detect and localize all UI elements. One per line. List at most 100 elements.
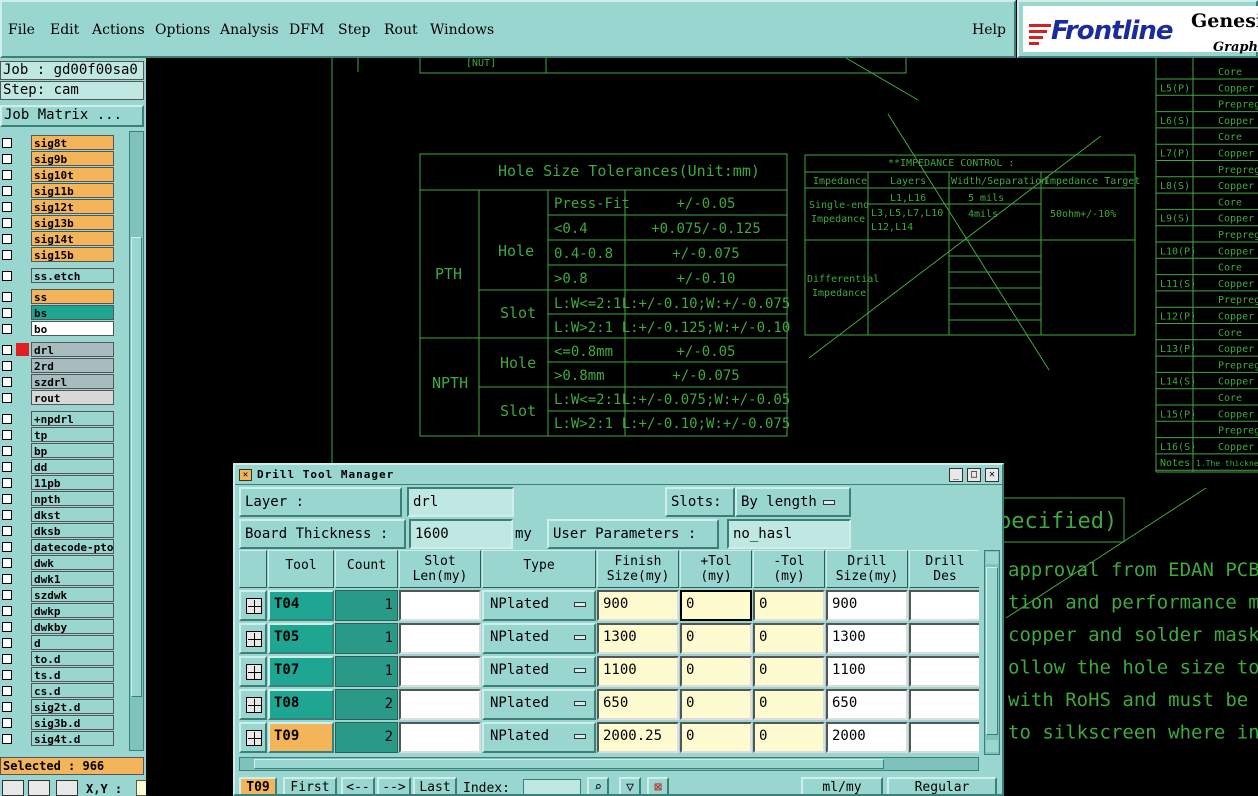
header-finish-size[interactable]: Finish Size(my): [597, 550, 679, 588]
layer-name[interactable]: sig11b: [31, 183, 114, 198]
layer-checkbox[interactable]: [2, 590, 12, 600]
layer-name[interactable]: dwk: [31, 555, 114, 570]
row-expand-button[interactable]: [239, 722, 267, 753]
layer-name[interactable]: ss.etch: [31, 268, 114, 283]
row-expand-button[interactable]: [239, 689, 267, 720]
header-count[interactable]: Count: [335, 550, 398, 588]
layer-name[interactable]: sig9b: [31, 151, 114, 166]
layer-name[interactable]: sig2t.d: [31, 699, 114, 714]
layer-row[interactable]: datecode-pto: [0, 539, 128, 554]
layer-row[interactable]: sig4t.d: [0, 731, 128, 746]
finish-size-field[interactable]: 1100: [597, 656, 679, 687]
pointer-icon[interactable]: [2, 780, 24, 796]
header-minus-tol[interactable]: -Tol (my): [753, 550, 825, 588]
type-option-menu[interactable]: NPlated: [482, 689, 596, 720]
layer-checkbox[interactable]: [2, 292, 12, 302]
layer-row[interactable]: dwk: [0, 555, 128, 570]
layer-checkbox[interactable]: [2, 702, 12, 712]
layer-checkbox[interactable]: [2, 462, 12, 472]
tool-table-vscroll[interactable]: [984, 550, 1000, 755]
job-matrix-button[interactable]: Job Matrix ...: [0, 105, 144, 127]
layer-name[interactable]: cs.d: [31, 683, 114, 698]
slot-len-field[interactable]: [399, 689, 481, 720]
layer-checkbox[interactable]: [2, 234, 12, 244]
layer-row[interactable]: dwk1: [0, 571, 128, 586]
drill-des-field[interactable]: [909, 689, 979, 720]
layer-checkbox[interactable]: [2, 606, 12, 616]
row-expand-button[interactable]: [239, 656, 267, 687]
layer-row[interactable]: sig11b: [0, 183, 128, 198]
layer-row[interactable]: sig9b: [0, 151, 128, 166]
finish-size-field[interactable]: 2000.25: [597, 722, 679, 753]
header-drill-des[interactable]: Drill Des: [909, 550, 979, 588]
layer-name[interactable]: szdwk: [31, 587, 114, 602]
layer-name[interactable]: bs: [31, 305, 114, 320]
layer-checkbox[interactable]: [2, 574, 12, 584]
layer-row[interactable]: dd: [0, 459, 128, 474]
layer-checkbox[interactable]: [2, 478, 12, 488]
layer-name[interactable]: to.d: [31, 651, 114, 666]
layer-row[interactable]: sig13b: [0, 215, 128, 230]
layer-row[interactable]: bs: [0, 305, 128, 320]
layer-name[interactable]: sig15b: [31, 247, 114, 262]
drill-size-field[interactable]: 900: [826, 590, 908, 621]
layer-checkbox[interactable]: [2, 324, 12, 334]
layer-checkbox[interactable]: [2, 670, 12, 680]
drill-des-field[interactable]: [909, 656, 979, 687]
first-button[interactable]: First: [283, 777, 337, 794]
layer-row[interactable]: bp: [0, 443, 128, 458]
plus-tol-field[interactable]: 0: [680, 623, 752, 654]
header-slot-len[interactable]: Slot Len(my): [399, 550, 481, 588]
type-option-menu[interactable]: NPlated: [482, 623, 596, 654]
layer-row[interactable]: ss: [0, 289, 128, 304]
layer-row[interactable]: drl: [0, 342, 128, 357]
layer-row[interactable]: +npdrl: [0, 411, 128, 426]
layer-name[interactable]: npth: [31, 491, 114, 506]
layer-name[interactable]: sig8t: [31, 135, 114, 150]
layer-checkbox[interactable]: [2, 202, 12, 212]
menu-windows[interactable]: Windows: [430, 22, 494, 38]
layer-list-scrollbar[interactable]: [129, 131, 144, 751]
finish-size-field[interactable]: 900: [597, 590, 679, 621]
menu-step[interactable]: Step: [338, 22, 370, 38]
minus-tol-field[interactable]: 0: [753, 689, 825, 720]
header-drill-size[interactable]: Drill Size(my): [826, 550, 908, 588]
layer-row[interactable]: sig10t: [0, 167, 128, 182]
drill-size-field[interactable]: 650: [826, 689, 908, 720]
layer-checkbox[interactable]: [2, 494, 12, 504]
finish-size-field[interactable]: 650: [597, 689, 679, 720]
layer-checkbox[interactable]: [2, 414, 12, 424]
menu-dfm[interactable]: DFM: [289, 22, 324, 38]
menu-actions[interactable]: Actions: [92, 22, 145, 38]
layer-checkbox[interactable]: [2, 542, 12, 552]
layer-list-scroll-thumb[interactable]: [131, 237, 142, 697]
layer-checkbox[interactable]: [2, 430, 12, 440]
drill-size-field[interactable]: 2000: [826, 722, 908, 753]
tool-id[interactable]: T04: [268, 590, 334, 621]
layer-name[interactable]: szdrl: [31, 374, 114, 389]
layer-name[interactable]: 11pb: [31, 475, 114, 490]
layer-row[interactable]: 11pb: [0, 475, 128, 490]
layer-checkbox[interactable]: [2, 622, 12, 632]
layer-row[interactable]: szdwk: [0, 587, 128, 602]
board-thickness-field[interactable]: 1600: [409, 519, 513, 549]
layer-name[interactable]: tp: [31, 427, 114, 442]
layer-checkbox[interactable]: [2, 510, 12, 520]
units-option-menu[interactable]: ml/my: [801, 777, 883, 794]
layer-name[interactable]: ss: [31, 289, 114, 304]
layer-checkbox[interactable]: [2, 170, 12, 180]
layer-row[interactable]: ss.etch: [0, 268, 128, 283]
layer-name[interactable]: +npdrl: [31, 411, 114, 426]
layer-checkbox[interactable]: [2, 186, 12, 196]
menu-file[interactable]: File: [8, 22, 35, 38]
dialog-menu-icon[interactable]: ✕: [239, 469, 252, 481]
layer-checkbox[interactable]: [2, 558, 12, 568]
layer-checkbox[interactable]: [2, 526, 12, 536]
layer-row[interactable]: dwkby: [0, 619, 128, 634]
tool-id[interactable]: T09: [268, 722, 334, 753]
slot-len-field[interactable]: [399, 656, 481, 687]
drill-des-field[interactable]: [909, 722, 979, 753]
plus-tol-field[interactable]: 0: [680, 722, 752, 753]
layer-name[interactable]: bp: [31, 443, 114, 458]
filter-icon[interactable]: ▽: [619, 777, 641, 794]
